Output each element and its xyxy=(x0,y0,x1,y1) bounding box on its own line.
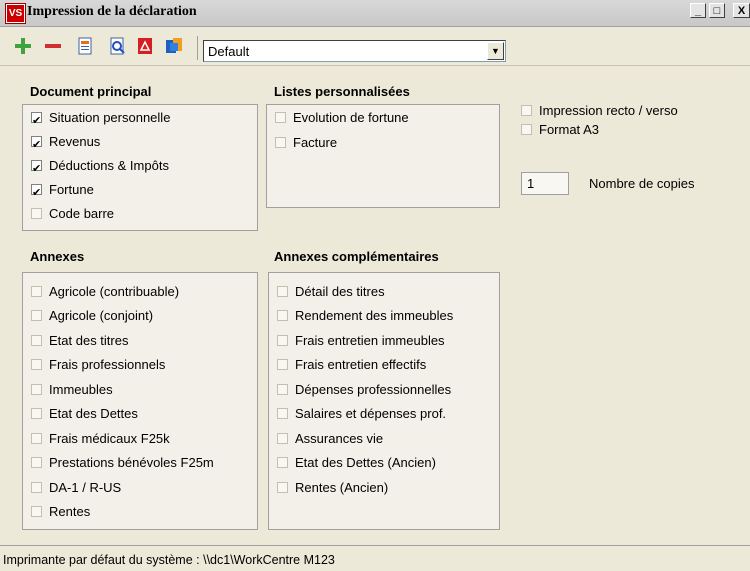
checkbox-salaires-depenses[interactable]: Salaires et dépenses prof. xyxy=(277,403,446,425)
minimize-button[interactable]: _ xyxy=(690,3,706,18)
listes-personnalisees-panel: Evolution de fortune Facture xyxy=(266,104,500,208)
checkbox-box[interactable] xyxy=(31,110,42,132)
chevron-down-icon[interactable]: ▼ xyxy=(487,42,504,60)
checkbox-box[interactable] xyxy=(31,208,42,219)
checkbox-rentes-ancien[interactable]: Rentes (Ancien) xyxy=(277,477,388,499)
checkbox-box[interactable] xyxy=(31,335,42,346)
checkbox-detail-titres[interactable]: Détail des titres xyxy=(277,281,385,303)
checkbox-box[interactable] xyxy=(31,158,42,180)
annexes-panel: Agricole (contribuable) Agricole (conjoi… xyxy=(22,272,258,530)
checkbox-box[interactable] xyxy=(277,286,288,297)
checkbox-box[interactable] xyxy=(31,408,42,419)
checkbox-box[interactable] xyxy=(31,310,42,321)
checkbox-agricole-contribuable[interactable]: Agricole (contribuable) xyxy=(31,281,179,303)
checkbox-box[interactable] xyxy=(277,335,288,346)
preview-icon[interactable] xyxy=(108,37,126,55)
checkbox-box[interactable] xyxy=(31,482,42,493)
checkbox-box[interactable] xyxy=(275,112,286,123)
checkbox-box[interactable] xyxy=(521,124,532,135)
checkbox-box[interactable] xyxy=(31,433,42,444)
checkbox-code-barre[interactable]: Code barre xyxy=(31,203,114,225)
checkbox-frais-professionnels[interactable]: Frais professionnels xyxy=(31,354,165,376)
checkbox-agricole-conjoint[interactable]: Agricole (conjoint) xyxy=(31,305,153,327)
checkbox-box[interactable] xyxy=(31,506,42,517)
export-icon[interactable] xyxy=(165,37,183,55)
checkbox-etat-dettes[interactable]: Etat des Dettes xyxy=(31,403,138,425)
checkbox-format-a3[interactable]: Format A3 xyxy=(521,120,599,140)
checkbox-box[interactable] xyxy=(277,433,288,444)
checkbox-recto-verso[interactable]: Impression recto / verso xyxy=(521,101,678,121)
checkbox-frais-entretien-immeubles[interactable]: Frais entretien immeubles xyxy=(277,330,445,352)
checkbox-revenus[interactable]: Revenus xyxy=(31,131,100,156)
minus-icon[interactable] xyxy=(44,37,62,55)
profile-select-value: Default xyxy=(208,44,250,59)
checkbox-box[interactable] xyxy=(277,408,288,419)
checkbox-box[interactable] xyxy=(277,384,288,395)
document-icon[interactable] xyxy=(76,37,94,55)
checkbox-situation-personnelle[interactable]: Situation personnelle xyxy=(31,107,170,132)
toolbar: Default ▼ xyxy=(0,27,750,66)
checkbox-rendement-immeubles[interactable]: Rendement des immeubles xyxy=(277,305,453,327)
checkbox-box[interactable] xyxy=(31,182,42,204)
toolbar-separator xyxy=(197,36,198,60)
document-principal-panel: Situation personnelle Revenus Déductions… xyxy=(22,104,258,231)
checkbox-box[interactable] xyxy=(31,286,42,297)
checkbox-frais-entretien-effectifs[interactable]: Frais entretien effectifs xyxy=(277,354,426,376)
checkbox-deductions-impots[interactable]: Déductions & Impôts xyxy=(31,155,169,180)
checkbox-etat-dettes-ancien[interactable]: Etat des Dettes (Ancien) xyxy=(277,452,436,474)
checkbox-box[interactable] xyxy=(31,359,42,370)
checkbox-frais-medicaux[interactable]: Frais médicaux F25k xyxy=(31,428,170,450)
annexes-complementaires-title: Annexes complémentaires xyxy=(274,249,439,264)
checkbox-box[interactable] xyxy=(277,359,288,370)
annexes-title: Annexes xyxy=(30,249,85,264)
checkbox-etat-titres[interactable]: Etat des titres xyxy=(31,330,128,352)
title-bar: VS Impression de la déclaration _ □ X xyxy=(0,0,750,27)
close-button[interactable]: X xyxy=(733,3,750,18)
checkbox-box[interactable] xyxy=(31,134,42,156)
copies-label: Nombre de copies xyxy=(589,176,695,191)
document-principal-title: Document principal xyxy=(30,84,152,99)
checkbox-depenses-professionnelles[interactable]: Dépenses professionnelles xyxy=(277,379,451,401)
checkbox-evolution-fortune[interactable]: Evolution de fortune xyxy=(275,107,409,129)
checkbox-facture[interactable]: Facture xyxy=(275,132,337,154)
checkbox-box[interactable] xyxy=(521,105,532,116)
checkbox-box[interactable] xyxy=(277,457,288,468)
checkbox-assurances-vie[interactable]: Assurances vie xyxy=(277,428,383,450)
checkbox-box[interactable] xyxy=(31,457,42,468)
checkbox-fortune[interactable]: Fortune xyxy=(31,179,94,204)
window-title: Impression de la déclaration xyxy=(27,4,197,19)
annexes-complementaires-panel: Détail des titres Rendement des immeuble… xyxy=(268,272,500,530)
checkbox-immeubles[interactable]: Immeubles xyxy=(31,379,113,401)
listes-personnalisees-title: Listes personnalisées xyxy=(274,84,410,99)
status-text: Imprimante par défaut du système : \\dc1… xyxy=(3,553,335,567)
plus-icon[interactable] xyxy=(14,37,32,55)
checkbox-box[interactable] xyxy=(277,482,288,493)
app-icon: VS xyxy=(6,4,25,23)
pdf-icon[interactable] xyxy=(136,37,154,55)
checkbox-box[interactable] xyxy=(277,310,288,321)
checkbox-rentes[interactable]: Rentes xyxy=(31,501,90,523)
checkbox-box[interactable] xyxy=(275,137,286,148)
checkbox-box[interactable] xyxy=(31,384,42,395)
copies-input[interactable]: 1 xyxy=(521,172,569,195)
checkbox-prestations-benevoles[interactable]: Prestations bénévoles F25m xyxy=(31,452,214,474)
profile-select[interactable]: Default ▼ xyxy=(203,40,506,62)
maximize-button[interactable]: □ xyxy=(709,3,725,18)
status-bar: Imprimante par défaut du système : \\dc1… xyxy=(0,545,750,571)
checkbox-da1-rus[interactable]: DA-1 / R-US xyxy=(31,477,121,499)
